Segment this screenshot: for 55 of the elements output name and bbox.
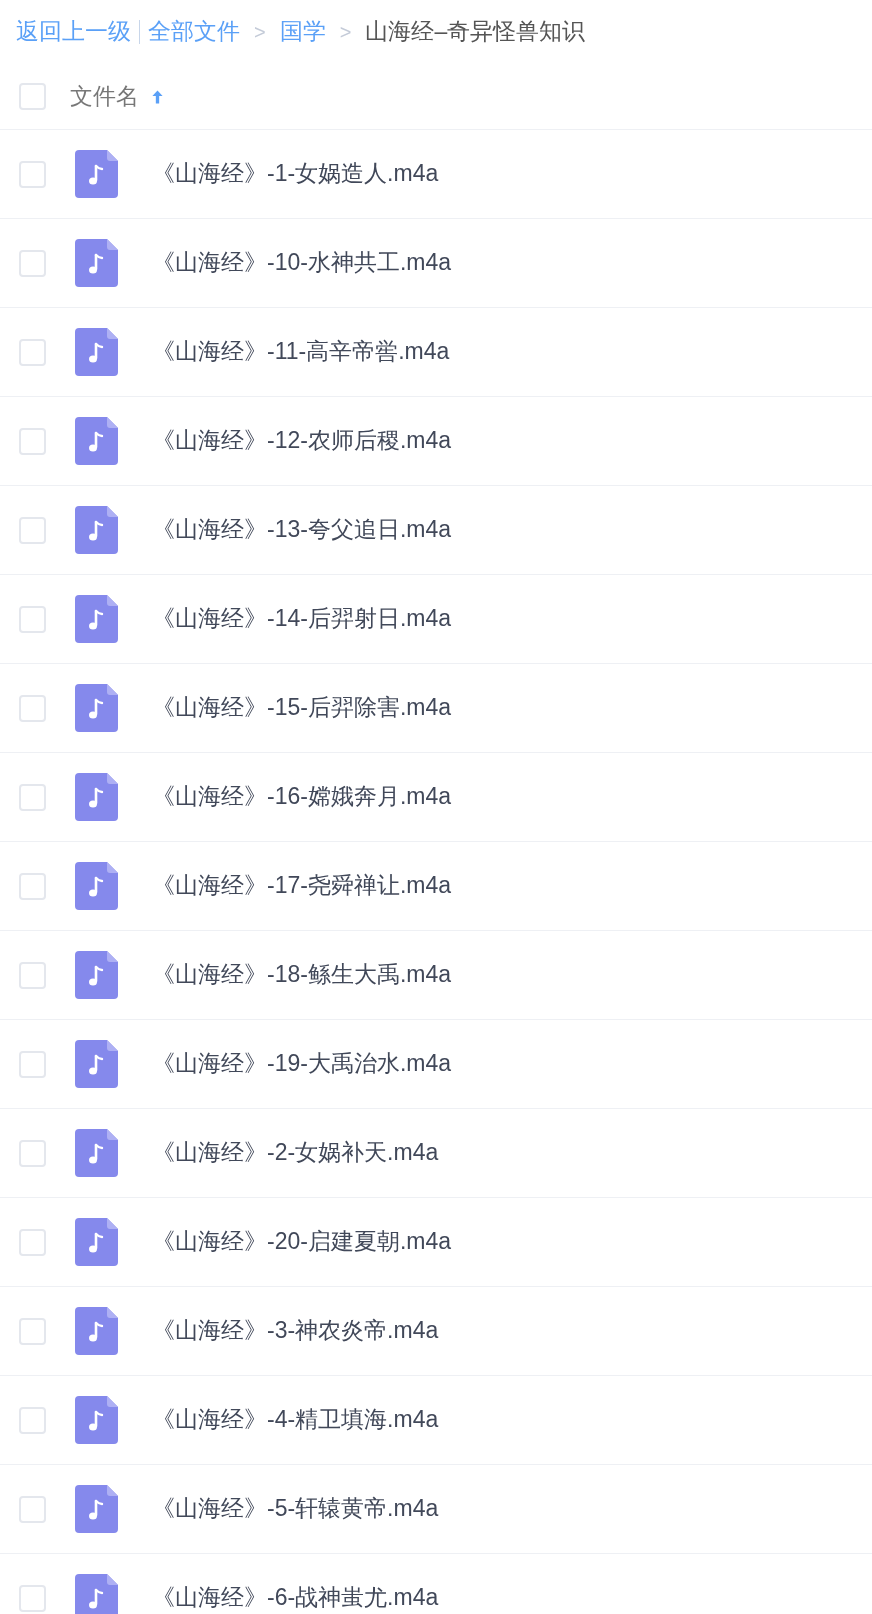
row-checkbox[interactable] xyxy=(19,961,46,989)
file-name[interactable]: 《山海经》-19-大禹治水.m4a xyxy=(152,1050,452,1078)
audio-file-icon xyxy=(75,1396,118,1444)
row-checkbox[interactable] xyxy=(19,516,46,544)
name-column-sort-button[interactable]: 文件名 xyxy=(70,82,164,111)
row-checkbox[interactable] xyxy=(19,1139,46,1167)
audio-file-icon xyxy=(75,595,118,643)
audio-file-icon xyxy=(75,1307,118,1355)
file-name[interactable]: 《山海经》-5-轩辕黄帝.m4a xyxy=(152,1495,439,1523)
file-name[interactable]: 《山海经》-18-鲧生大禹.m4a xyxy=(152,961,452,989)
row-checkbox[interactable] xyxy=(19,427,46,455)
row-checkbox[interactable] xyxy=(19,1228,46,1256)
breadcrumb-separator: > xyxy=(339,20,352,44)
file-name[interactable]: 《山海经》-15-后羿除害.m4a xyxy=(152,694,452,722)
select-all-checkbox[interactable] xyxy=(19,83,46,110)
audio-file-icon xyxy=(75,862,118,910)
row-checkbox[interactable] xyxy=(19,249,46,277)
file-name[interactable]: 《山海经》-16-嫦娥奔月.m4a xyxy=(152,783,452,811)
breadcrumb-separator: > xyxy=(254,20,266,44)
file-name[interactable]: 《山海经》-1-女娲造人.m4a xyxy=(152,160,439,188)
row-checkbox[interactable] xyxy=(19,160,46,188)
audio-file-icon xyxy=(75,1129,118,1177)
row-checkbox[interactable] xyxy=(19,1050,46,1078)
audio-file-icon xyxy=(75,684,118,732)
row-checkbox[interactable] xyxy=(19,1495,46,1523)
audio-file-icon xyxy=(75,951,118,999)
audio-file-icon xyxy=(75,1040,118,1088)
audio-file-icon xyxy=(75,417,118,465)
file-name[interactable]: 《山海经》-13-夸父追日.m4a xyxy=(152,516,452,544)
file-name[interactable]: 《山海经》-12-农师后稷.m4a xyxy=(152,427,452,455)
file-name[interactable]: 《山海经》-20-启建夏朝.m4a xyxy=(152,1228,452,1256)
file-name[interactable]: 《山海经》-17-尧舜禅让.m4a xyxy=(152,872,452,900)
file-name[interactable]: 《山海经》-2-女娲补天.m4a xyxy=(152,1139,439,1167)
audio-file-icon xyxy=(75,1485,118,1533)
row-checkbox[interactable] xyxy=(19,694,46,722)
audio-file-icon xyxy=(75,1218,118,1266)
file-name[interactable]: 《山海经》-6-战神蚩尤.m4a xyxy=(152,1584,439,1612)
audio-file-icon xyxy=(75,506,118,554)
file-name[interactable]: 《山海经》-14-后羿射日.m4a xyxy=(152,605,452,633)
row-checkbox[interactable] xyxy=(19,872,46,900)
file-name[interactable]: 《山海经》-11-高辛帝喾.m4a xyxy=(152,338,450,366)
row-checkbox[interactable] xyxy=(19,1584,46,1612)
audio-file-icon xyxy=(75,328,118,376)
row-checkbox[interactable] xyxy=(19,1406,46,1434)
row-checkbox[interactable] xyxy=(19,783,46,811)
row-checkbox[interactable] xyxy=(19,338,46,366)
current-folder-title: 山海经–奇异怪兽知识 xyxy=(365,18,586,46)
audio-file-icon xyxy=(75,239,118,287)
row-checkbox[interactable] xyxy=(19,1317,46,1345)
file-name[interactable]: 《山海经》-10-水神共工.m4a xyxy=(152,249,452,277)
file-name[interactable]: 《山海经》-3-神农炎帝.m4a xyxy=(152,1317,439,1345)
file-name[interactable]: 《山海经》-4-精卫填海.m4a xyxy=(152,1406,439,1434)
row-checkbox[interactable] xyxy=(19,605,46,633)
audio-file-icon xyxy=(75,150,118,198)
audio-file-icon xyxy=(75,773,118,821)
